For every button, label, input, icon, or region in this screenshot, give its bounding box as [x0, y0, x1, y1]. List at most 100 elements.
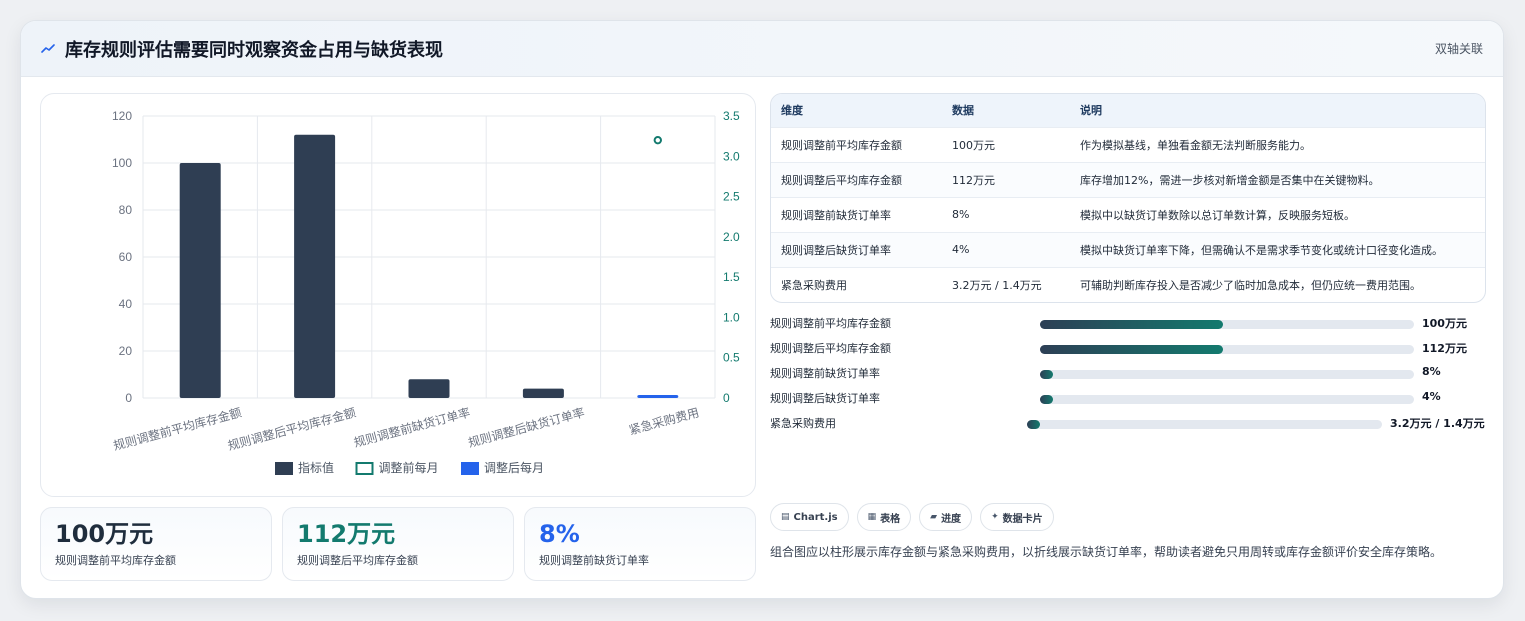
table-cell: 3.2万元 / 1.4万元 [942, 266, 1070, 302]
sparkle-icon: ✦ [991, 512, 999, 522]
combo-chart: 0 20 40 60 80 100 120 0 0.5 1.0 1.5 2.0 2.5 3.0 3.5 规则调… [40, 93, 756, 497]
report-card: 库存规则评估需要同时观察资金占用与缺货表现 双轴关联 0 20 40 60 80 100 1… [20, 20, 1504, 599]
chip-chart-js[interactable]: ▤ Chart.js [770, 503, 849, 531]
bar-指标值 [179, 163, 221, 398]
table-cell: 112万元 [942, 161, 1070, 197]
progress-label: 规则调整后平均库存金额 [770, 342, 891, 355]
table-row: 规则调整后缺货订单率 4% 模拟中缺货订单率下降，但需确认不是需求季节变化或统计… [771, 231, 1485, 267]
table-cell: 规则调整后缺货订单率 [771, 231, 942, 267]
bar-指标值 [408, 379, 450, 398]
table-cell: 模拟中缺货订单率下降，但需确认不是需求季节变化或统计口径变化造成。 [1070, 231, 1485, 267]
table-cell: 规则调整前缺货订单率 [771, 196, 942, 232]
column-header: 维度 [771, 94, 942, 127]
table-row: 规则调整前平均库存金额 100万元 作为模拟基线，单独看金额无法判断服务能力。 [771, 126, 1485, 162]
progress-row: 规则调整前缺货订单率 8% [770, 361, 1486, 386]
chip-label: Chart.js [793, 511, 838, 523]
y-left-tick-label: 80 [119, 203, 133, 217]
chip-label: 进度 [941, 513, 962, 525]
legend-swatch [355, 462, 374, 475]
chip-label: 数据卡片 [1002, 513, 1043, 525]
y-right-tick-label: 2.0 [723, 230, 740, 244]
progress-value: 100万元 [1422, 317, 1467, 330]
progress-value: 3.2万元 / 1.4万元 [1390, 417, 1485, 430]
legend-label: 调整前每月 [379, 460, 439, 475]
progress-value: 4% [1422, 390, 1441, 403]
data-table: 维度 数据 说明 规则调整前平均库存金额 100万元 作为模拟基线，单独看金额无… [770, 93, 1486, 303]
progress-row: 紧急采购费用 3.2万元 / 1.4万元 [770, 411, 1486, 436]
progress-value: 112万元 [1422, 342, 1467, 355]
table-cell: 紧急采购费用 [771, 266, 942, 302]
chip-label: 表格 [880, 513, 901, 525]
progress-row: 规则调整后缺货订单率 4% [770, 386, 1486, 411]
progress-label: 规则调整前平均库存金额 [770, 317, 891, 330]
table-header-row: 维度 数据 说明 [771, 94, 1485, 127]
y-right-tick-label: 1.0 [723, 310, 740, 324]
chip--[interactable]: ▦ 表格 [856, 503, 912, 531]
progress-label: 紧急采购费用 [770, 417, 836, 430]
chart-description: 组合图应以柱形展示库存金额与紧急采购费用，以折线展示缺货订单率，帮助读者避免只用… [770, 545, 1443, 559]
table-row: 紧急采购费用 3.2万元 / 1.4万元 可辅助判断库存投入是否减少了临时加急成… [771, 266, 1485, 302]
progress-fill [1040, 370, 1054, 379]
table-cell: 规则调整后平均库存金额 [771, 161, 942, 197]
y-right-tick-label: 1.5 [723, 270, 740, 284]
y-left-tick-label: 20 [119, 344, 133, 358]
stat-value: 112万元 [297, 520, 396, 548]
y-right-tick-label: 0 [723, 391, 730, 405]
legend-label: 指标值 [298, 460, 334, 475]
x-tick-label: 紧急采购费用 [627, 404, 700, 437]
y-left-tick-label: 120 [112, 109, 132, 123]
point-调整前每月 [653, 135, 662, 145]
progress-fill [1040, 345, 1224, 354]
progress-label: 规则调整后缺货订单率 [770, 392, 880, 405]
table-row: 规则调整后平均库存金额 112万元 库存增加12%，需进一步核对新增金额是否集中… [771, 161, 1485, 197]
x-tick-label: 规则调整后缺货订单率 [466, 404, 586, 450]
table-cell: 作为模拟基线，单独看金额无法判断服务能力。 [1070, 126, 1485, 162]
stat-label: 规则调整前平均库存金额 [55, 554, 176, 567]
stat-card-before-stockout: 8% 规则调整前缺货订单率 [524, 507, 756, 581]
x-tick-label: 规则调整后平均库存金额 [226, 404, 357, 453]
progress-label: 规则调整前缺货订单率 [770, 367, 880, 380]
y-left-tick-label: 100 [112, 156, 132, 170]
table-cell: 8% [942, 196, 1070, 232]
y-right-tick-label: 2.5 [723, 190, 740, 204]
progress-track [1027, 420, 1382, 429]
title-group: 库存规则评估需要同时观察资金占用与缺货表现 [41, 36, 443, 62]
table-cell: 100万元 [942, 126, 1070, 162]
y-right-tick-label: 3.5 [723, 109, 740, 123]
bar-调整后每月 [637, 395, 679, 398]
chart-canvas: 0 20 40 60 80 100 120 0 0.5 1.0 1.5 2.0 2.5 3.0 3.5 规则调… [112, 109, 740, 475]
progress-value: 8% [1422, 365, 1441, 378]
progress-icon: ▰ [930, 512, 938, 522]
table-row: 规则调整前缺货订单率 8% 模拟中以缺货订单数除以总订单数计算，反映服务短板。 [771, 196, 1485, 232]
chip--[interactable]: ▰ 进度 [919, 503, 973, 531]
stat-label: 规则调整前缺货订单率 [539, 554, 649, 567]
stat-value: 100万元 [55, 520, 154, 548]
progress-fill [1027, 420, 1040, 429]
trend-icon [41, 43, 55, 53]
tech-chips: ▤ Chart.js ▦ 表格 ▰ 进度 ✦ 数据卡片 [770, 503, 1054, 531]
progress-track [1040, 370, 1414, 379]
y-right-tick-label: 3.0 [723, 149, 740, 163]
chip--[interactable]: ✦ 数据卡片 [980, 503, 1054, 531]
table-cell: 库存增加12%，需进一步核对新增金额是否集中在关键物料。 [1070, 161, 1485, 197]
table-cell: 规则调整前平均库存金额 [771, 126, 942, 162]
legend-label: 调整后每月 [484, 460, 544, 475]
x-tick-label: 规则调整前缺货订单率 [352, 404, 472, 450]
column-header: 数据 [942, 94, 1070, 127]
bar-指标值 [522, 388, 564, 398]
progress-row: 规则调整后平均库存金额 112万元 [770, 336, 1486, 361]
chart-icon: ▤ [781, 512, 790, 522]
progress-fill [1040, 395, 1054, 404]
column-header: 说明 [1070, 94, 1485, 127]
progress-fill [1040, 320, 1224, 329]
progress-row: 规则调整前平均库存金额 100万元 [770, 311, 1486, 336]
y-left-tick-label: 0 [125, 391, 132, 405]
bar-指标值 [294, 134, 336, 399]
page-title: 库存规则评估需要同时观察资金占用与缺货表现 [65, 39, 443, 61]
stat-card-before-inventory: 100万元 规则调整前平均库存金额 [40, 507, 272, 581]
x-tick-label: 规则调整前平均库存金额 [112, 404, 243, 453]
stat-value: 8% [539, 520, 580, 548]
legend-swatch [461, 462, 479, 475]
table-cell: 4% [942, 231, 1070, 267]
y-left-tick-label: 40 [119, 297, 133, 311]
